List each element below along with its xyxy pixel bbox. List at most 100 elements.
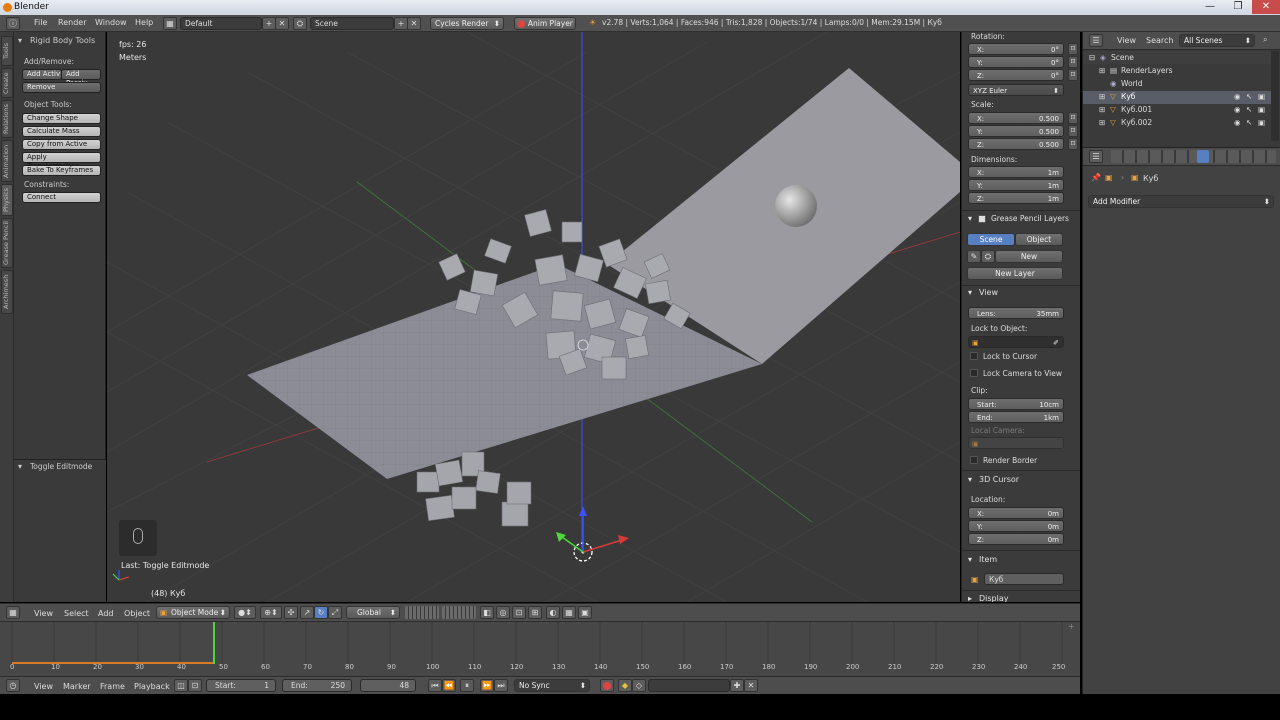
remove-button[interactable]: Remove — [22, 82, 101, 93]
menu-file[interactable]: File — [34, 18, 47, 27]
menu-window[interactable]: Window — [95, 18, 127, 27]
keyframe-type-icon[interactable]: ◆ — [618, 679, 632, 692]
menu-render[interactable]: Render — [58, 18, 86, 27]
outliner-view-menu[interactable]: View — [1117, 36, 1136, 45]
timeline-playback-menu[interactable]: Playback — [134, 682, 170, 691]
rotation-x-field[interactable]: X: 0° — [968, 43, 1064, 55]
next-keyframe-icon[interactable]: ⏩ — [480, 679, 494, 692]
tab-create[interactable]: Create — [1, 68, 13, 98]
timeline-frame-menu[interactable]: Frame — [100, 682, 125, 691]
expand-icon[interactable]: ⊟ — [1089, 53, 1095, 62]
dimension-z-field[interactable]: Z: 1m — [968, 192, 1064, 204]
lock-object-field[interactable]: ▣ ✐ — [968, 336, 1064, 348]
gp-scene-toggle[interactable]: Scene — [967, 233, 1015, 246]
change-shape-button[interactable]: Change Shape — [22, 113, 101, 124]
jump-start-icon[interactable]: ⏮ — [428, 679, 442, 692]
scale-y-field[interactable]: Y: 0.500 — [968, 125, 1064, 137]
display-mode-select[interactable]: All Scenes ⬍ — [1179, 34, 1255, 47]
collapse-triangle-icon[interactable]: ▾ — [18, 462, 22, 471]
camera-render-icon[interactable]: ▦ — [562, 606, 576, 619]
scale-x-field[interactable]: X: 0.500 — [968, 112, 1064, 124]
render-camera-icon[interactable]: ▣ — [1258, 118, 1265, 127]
scale-manipulator-icon[interactable]: ⤢ — [328, 606, 342, 619]
local-camera-field[interactable]: ▣ — [968, 437, 1064, 449]
add-scene-icon[interactable]: + — [394, 17, 408, 30]
pause-icon[interactable]: ⏸ — [460, 679, 474, 692]
preview-range-icon[interactable]: ◫ — [174, 679, 188, 692]
outliner-item-scene[interactable]: Scene — [1111, 53, 1134, 62]
visibility-eye-icon[interactable]: ◉ — [1234, 118, 1241, 127]
clip-end-field[interactable]: End: 1km — [968, 411, 1064, 423]
pivot-select-icon[interactable]: ⊕⬍ — [260, 606, 282, 619]
viewport-add-menu[interactable]: Add — [98, 609, 114, 618]
cursor-y-field[interactable]: Y: 0m — [968, 520, 1064, 532]
clip-start-field[interactable]: Start: 10cm — [968, 398, 1064, 410]
bake-to-keyframes-button[interactable]: Bake To Keyframes — [22, 165, 101, 176]
translate-manipulator-icon[interactable]: ↗ — [300, 606, 314, 619]
timeline-marker-menu[interactable]: Marker — [63, 682, 91, 691]
context-tabs[interactable] — [1111, 150, 1276, 163]
select-arrow-icon[interactable]: ↖ — [1246, 92, 1252, 101]
shading-select-icon[interactable]: ●⬍ — [234, 606, 256, 619]
jump-end-icon[interactable]: ⏭ — [494, 679, 508, 692]
timeline[interactable]: + — [0, 621, 1080, 676]
layers-grid-a[interactable] — [405, 606, 439, 619]
cursor-x-field[interactable]: X: 0m — [968, 507, 1064, 519]
insert-keyframe-icon[interactable]: ✚ — [730, 679, 744, 692]
add-layout-icon[interactable]: + — [262, 17, 276, 30]
lock-to-cursor-checkbox[interactable] — [970, 352, 978, 360]
gp-data-icon[interactable]: ⛭ — [981, 250, 995, 263]
copy-from-active-button[interactable]: Copy from Active — [22, 139, 101, 150]
viewport-editor-icon[interactable]: ▦ — [6, 606, 20, 619]
outliner-item-kub-001[interactable]: Куб.001 — [1121, 105, 1152, 114]
expand-icon[interactable]: ⊞ — [1099, 66, 1105, 75]
delete-keyframe-icon[interactable]: ✕ — [744, 679, 758, 692]
manipulator-toggle-icon[interactable]: ✣ — [284, 606, 298, 619]
collapse-triangle-icon[interactable]: ▾ — [968, 475, 972, 484]
outliner-scrollbar[interactable] — [1271, 51, 1279, 141]
keying-set-icon[interactable]: ◇ — [632, 679, 646, 692]
visibility-eye-icon[interactable]: ◉ — [1234, 105, 1241, 114]
lock-camera-checkbox[interactable] — [970, 369, 978, 377]
outliner-search-menu[interactable]: Search — [1146, 36, 1173, 45]
rotation-y-field[interactable]: Y: 0° — [968, 56, 1064, 68]
collapse-triangle-icon[interactable]: ▾ — [968, 214, 972, 223]
viewport-object-menu[interactable]: Object — [124, 609, 150, 618]
3d-viewport[interactable]: fps: 26 Meters Last: Toggle Editmode (48… — [107, 32, 960, 602]
rotation-z-field[interactable]: Z: 0° — [968, 69, 1064, 81]
record-icon[interactable]: ⬤ — [600, 679, 614, 692]
snap-toggle-icon[interactable]: ⊡ — [512, 606, 526, 619]
dimension-x-field[interactable]: X: 1m — [968, 166, 1064, 178]
minimize-button[interactable]: — — [1196, 0, 1224, 14]
keying-set-field[interactable] — [648, 679, 730, 692]
snap-target-icon[interactable]: ⊞ — [528, 606, 542, 619]
tab-physics[interactable]: Physics — [1, 184, 13, 216]
scene-icon[interactable]: ⛭ — [293, 17, 307, 30]
prev-keyframe-icon[interactable]: ⏪ — [442, 679, 456, 692]
render-icon[interactable]: ◐ — [546, 606, 560, 619]
properties-editor-icon[interactable]: ☰ — [1089, 150, 1103, 163]
lens-field[interactable]: Lens: 35mm — [968, 307, 1064, 319]
lock-icon[interactable]: ⊡ — [1068, 138, 1078, 150]
apply-transformation-button[interactable]: Apply Transformation — [22, 152, 101, 170]
end-frame-field[interactable]: End: 250 — [282, 679, 352, 692]
outliner-editor-icon[interactable]: ☰ — [1089, 34, 1103, 47]
select-arrow-icon[interactable]: ↖ — [1246, 118, 1252, 127]
current-frame-field[interactable]: 48 — [360, 679, 416, 692]
timeline-view-menu[interactable]: View — [34, 682, 53, 691]
render-engine-select[interactable]: Cycles Render ⬍ — [430, 17, 504, 30]
outliner-item-world[interactable]: World — [1121, 79, 1143, 88]
outliner-item-kub-002[interactable]: Куб.002 — [1121, 118, 1152, 127]
corner-plus-icon[interactable]: + — [1068, 622, 1075, 631]
layout-icon[interactable]: ▦ — [163, 17, 177, 30]
select-arrow-icon[interactable]: ↖ — [1246, 105, 1252, 114]
anim-player-button[interactable]: ⬤ Anim Player — [514, 17, 576, 30]
cursor-z-field[interactable]: Z: 0m — [968, 533, 1064, 545]
tab-animation[interactable]: Animation — [1, 140, 13, 182]
connect-button[interactable]: Connect — [22, 192, 101, 203]
tab-relations[interactable]: Relations — [1, 100, 13, 138]
screen-layout-field[interactable]: Default — [180, 17, 262, 30]
rotation-mode-select[interactable]: XYZ Euler ⬍ — [968, 84, 1064, 96]
pin-icon[interactable]: 📌 — [1091, 173, 1101, 182]
render-border-checkbox[interactable] — [970, 456, 978, 464]
